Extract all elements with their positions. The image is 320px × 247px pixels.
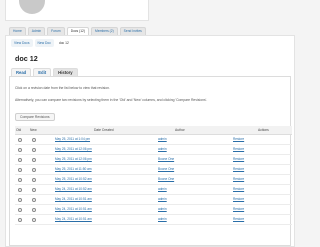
docs-subnav: View Docs New Doc doc 12 <box>11 39 72 48</box>
old-revision-radio[interactable] <box>18 178 22 182</box>
table-row: May 24, 2011 at 10:52 am admin Restore <box>15 185 292 195</box>
header-author: Author <box>175 128 185 132</box>
table-header: Old New Date Created Author Actions <box>15 126 292 135</box>
intro-text-compare: Alternatively, you can compare two revis… <box>15 98 208 102</box>
revision-date-link[interactable]: May 24, 2011 at 10:51 am <box>55 195 92 204</box>
revision-date-link[interactable]: May 24, 2011 at 10:51 am <box>55 215 92 224</box>
page-title: doc 12 <box>15 54 38 63</box>
restore-link[interactable]: Restore <box>233 195 244 204</box>
new-revision-radio[interactable] <box>32 208 36 212</box>
new-revision-radio[interactable] <box>32 188 36 192</box>
tab-read[interactable]: Read <box>11 68 32 76</box>
revisions-table: Old New Date Created Author Actions May … <box>15 126 292 225</box>
new-revision-radio[interactable] <box>32 218 36 222</box>
header-actions: Actions <box>258 128 269 132</box>
author-link[interactable]: Boone One <box>158 155 174 164</box>
tab-admin[interactable]: Admin <box>27 27 46 35</box>
subtab-new-doc[interactable]: New Doc <box>34 39 54 47</box>
old-revision-radio[interactable] <box>18 218 22 222</box>
header-new: New <box>30 128 37 132</box>
new-revision-radio[interactable] <box>32 168 36 172</box>
tab-members[interactable]: Members (2) <box>90 27 118 35</box>
table-row: May 24, 2011 at 10:51 am admin Restore <box>15 205 292 215</box>
restore-link[interactable]: Restore <box>233 155 244 164</box>
author-link[interactable]: admin <box>158 205 167 214</box>
author-link[interactable]: admin <box>158 135 167 144</box>
profile-card <box>5 0 149 21</box>
revision-date-link[interactable]: May 25, 2011 at 12:06 pm <box>55 145 92 154</box>
tab-history[interactable]: History <box>53 68 78 76</box>
tab-docs[interactable]: Docs (12) <box>66 27 89 35</box>
intro-text: Click on a revision date from the list b… <box>15 86 110 90</box>
new-revision-radio[interactable] <box>32 198 36 202</box>
restore-link[interactable]: Restore <box>233 205 244 214</box>
docs-panel: View Docs New Doc doc 12 doc 12 Read Edi… <box>5 35 295 247</box>
compare-revisions-button[interactable]: Compare Revisions <box>15 113 55 121</box>
table-row: May 25, 2011 at 11:50 am Boone One Restore <box>15 165 292 175</box>
tab-edit[interactable]: Edit <box>33 68 52 76</box>
old-revision-radio[interactable] <box>18 158 22 162</box>
table-row: May 25, 2011 at 1:04 pm admin Restore <box>15 135 292 145</box>
old-revision-radio[interactable] <box>18 188 22 192</box>
restore-link[interactable]: Restore <box>233 185 244 194</box>
revision-date-link[interactable]: May 25, 2011 at 12:06 pm <box>55 155 92 164</box>
revision-date-link[interactable]: May 24, 2011 at 10:51 am <box>55 205 92 214</box>
author-link[interactable]: admin <box>158 195 167 204</box>
table-row: May 25, 2011 at 12:06 pm Boone One Restore <box>15 155 292 165</box>
tab-send-invites[interactable]: Send Invites <box>119 27 146 35</box>
new-revision-radio[interactable] <box>32 158 36 162</box>
revision-date-link[interactable]: May 25, 2011 at 11:50 am <box>55 165 92 174</box>
avatar <box>19 0 45 14</box>
old-revision-radio[interactable] <box>18 168 22 172</box>
author-link[interactable]: admin <box>158 215 167 224</box>
header-old: Old <box>16 128 22 132</box>
revision-date-link[interactable]: May 24, 2011 at 10:52 am <box>55 185 92 194</box>
table-row: May 25, 2011 at 10:52 am Boone One Restore <box>15 175 292 185</box>
doc-view-tabs: Read Edit History <box>11 68 78 76</box>
old-revision-radio[interactable] <box>18 198 22 202</box>
group-nav-tabs: Home Admin Forum Docs (12) Members (2) S… <box>9 27 146 35</box>
restore-link[interactable]: Restore <box>233 135 244 144</box>
old-revision-radio[interactable] <box>18 208 22 212</box>
old-revision-radio[interactable] <box>18 138 22 142</box>
new-revision-radio[interactable] <box>32 148 36 152</box>
revision-date-link[interactable]: May 25, 2011 at 10:52 am <box>55 175 92 184</box>
new-revision-radio[interactable] <box>32 178 36 182</box>
subtab-current-doc[interactable]: doc 12 <box>56 39 72 47</box>
new-revision-radio[interactable] <box>32 138 36 142</box>
author-link[interactable]: Boone One <box>158 165 174 174</box>
tab-forum[interactable]: Forum <box>47 27 65 35</box>
restore-link[interactable]: Restore <box>233 175 244 184</box>
tab-home[interactable]: Home <box>9 27 26 35</box>
restore-link[interactable]: Restore <box>233 215 244 224</box>
subtab-view-docs[interactable]: View Docs <box>11 39 33 47</box>
author-link[interactable]: admin <box>158 185 167 194</box>
header-date-created: Date Created <box>94 128 114 132</box>
table-row: May 24, 2011 at 10:51 am admin Restore <box>15 215 292 225</box>
table-row: May 25, 2011 at 12:06 pm admin Restore <box>15 145 292 155</box>
old-revision-radio[interactable] <box>18 148 22 152</box>
author-link[interactable]: Boone One <box>158 175 174 184</box>
author-link[interactable]: admin <box>158 145 167 154</box>
table-row: May 24, 2011 at 10:51 am admin Restore <box>15 195 292 205</box>
restore-link[interactable]: Restore <box>233 145 244 154</box>
restore-link[interactable]: Restore <box>233 165 244 174</box>
revision-date-link[interactable]: May 25, 2011 at 1:04 pm <box>55 135 90 144</box>
